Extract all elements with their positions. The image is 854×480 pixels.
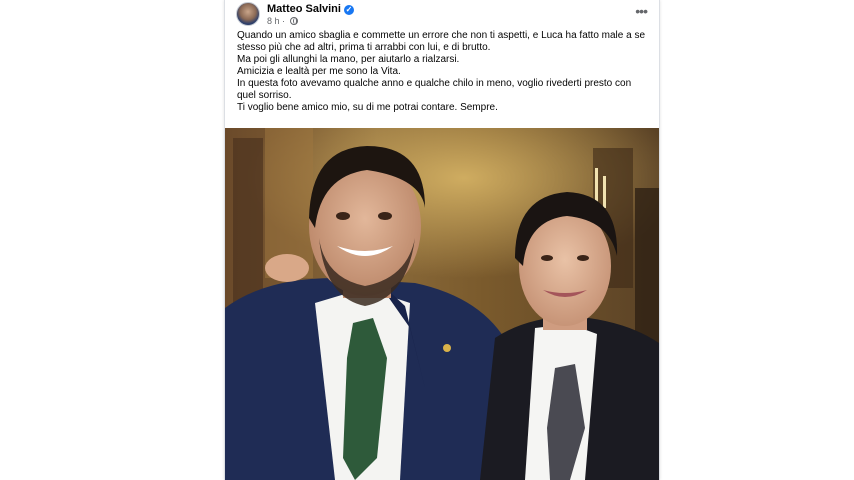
more-options-icon[interactable]: ••• <box>635 4 648 18</box>
post-text: Quando un amico sbaglia e commette un er… <box>237 30 649 114</box>
post-text-line: Ti voglio bene amico mio, su di me potra… <box>237 102 498 113</box>
post-header: Matteo Salvini ✓ 8 h · ••• <box>225 0 659 30</box>
page-background: Matteo Salvini ✓ 8 h · ••• Quando un amic… <box>0 0 854 480</box>
author-avatar[interactable] <box>236 2 260 26</box>
post-timestamp[interactable]: 8 h <box>267 16 280 26</box>
post-text-line: Quando un amico sbaglia e commette un er… <box>237 30 646 53</box>
author-name[interactable]: Matteo Salvini <box>267 3 341 15</box>
post-text-line: Amicizia e lealtà per me sono la Vita. <box>237 66 401 77</box>
post-meta: 8 h · <box>267 16 298 26</box>
facebook-post: Matteo Salvini ✓ 8 h · ••• Quando un amic… <box>224 0 660 480</box>
post-text-line: In questa foto avevamo qualche anno e qu… <box>237 78 632 101</box>
author-name-row: Matteo Salvini ✓ <box>267 3 354 15</box>
photo-illustration <box>225 128 659 480</box>
globe-icon <box>289 17 298 25</box>
post-text-line: Ma poi gli allunghi la mano, per aiutarl… <box>237 54 460 65</box>
verified-badge-icon: ✓ <box>343 5 354 15</box>
separator-dot: · <box>282 16 286 26</box>
post-photo[interactable] <box>225 128 659 480</box>
